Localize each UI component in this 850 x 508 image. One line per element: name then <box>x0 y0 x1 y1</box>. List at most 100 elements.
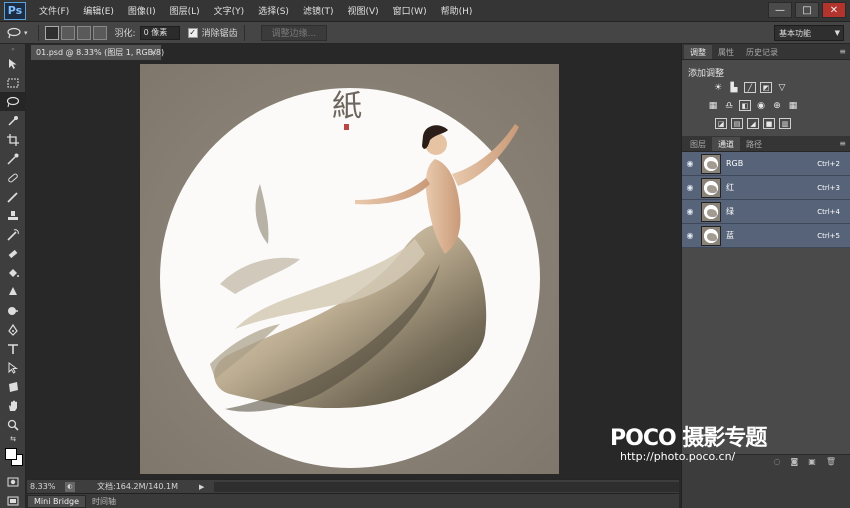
vibrance-icon[interactable]: ▽ <box>776 82 788 93</box>
tab-paths[interactable]: 路径 <box>740 137 768 151</box>
close-button[interactable]: ✕ <box>822 2 846 18</box>
maximize-button[interactable]: □ <box>795 2 819 18</box>
new-channel-icon[interactable]: ▣ <box>808 457 816 466</box>
lasso-tool-icon[interactable] <box>0 92 26 111</box>
add-to-selection-icon[interactable] <box>60 25 75 40</box>
adjustments-row-1: ☀ ▙ ╱ ◩ ▽ <box>712 82 788 93</box>
tab-layers[interactable]: 图层 <box>684 137 712 151</box>
subtract-from-selection-icon[interactable] <box>76 25 91 40</box>
menu-image[interactable]: 图像(I) <box>121 4 163 17</box>
menu-type[interactable]: 文字(Y) <box>207 4 252 17</box>
options-bar: ▾ 羽化: 0 像素 ✓ 消除锯齿 调整边缘... 基本功能 ▼ <box>0 22 850 44</box>
selective-color-icon[interactable]: ■ <box>763 118 775 129</box>
menu-window[interactable]: 窗口(W) <box>386 4 434 17</box>
menu-file[interactable]: 文件(F) <box>32 4 76 17</box>
screen-mode-icon[interactable] <box>0 491 26 508</box>
status-icon[interactable]: ◐ <box>65 481 75 492</box>
eraser-tool-icon[interactable] <box>0 244 26 263</box>
load-selection-icon[interactable]: ◌ <box>774 457 781 466</box>
canvas-area[interactable]: 紙 <box>27 60 679 478</box>
chevron-down-icon[interactable]: ▾ <box>24 29 28 37</box>
tab-properties[interactable]: 属性 <box>712 45 740 59</box>
brightness-icon[interactable]: ☀ <box>712 82 724 93</box>
adjustments-row-3: ◪ ▤ ◢ ■ ▥ <box>715 118 791 129</box>
color-lookup-icon[interactable]: ▦ <box>787 100 799 111</box>
posterize-icon[interactable]: ▤ <box>731 118 743 129</box>
crop-tool-icon[interactable] <box>0 130 26 149</box>
quick-selection-tool-icon[interactable] <box>0 111 26 130</box>
tab-channels[interactable]: 通道 <box>712 137 740 151</box>
minimize-button[interactable]: — <box>768 2 792 18</box>
threshold-icon[interactable]: ◢ <box>747 118 759 129</box>
color-balance-icon[interactable]: ♎ <box>723 100 735 111</box>
color-swatches <box>0 444 26 472</box>
shape-tool-icon[interactable] <box>0 377 26 396</box>
panel-collapse-icon[interactable]: » <box>0 44 26 54</box>
intersect-selection-icon[interactable] <box>92 25 107 40</box>
feather-input[interactable]: 0 像素 <box>139 25 180 40</box>
tab-history[interactable]: 历史记录 <box>740 45 784 59</box>
save-selection-icon[interactable]: ◙ <box>791 457 799 466</box>
visibility-eye-icon[interactable]: ◉ <box>682 159 698 168</box>
paint-bucket-tool-icon[interactable] <box>0 263 26 282</box>
channel-shortcut: Ctrl+3 <box>817 183 840 192</box>
photo-filter-icon[interactable]: ◉ <box>755 100 767 111</box>
exposure-icon[interactable]: ◩ <box>760 82 772 93</box>
divider <box>243 24 245 41</box>
status-menu-arrow-icon[interactable]: ▶ <box>199 483 204 491</box>
delete-channel-icon[interactable]: 🗑 <box>826 457 836 466</box>
zoom-tool-icon[interactable] <box>0 415 26 434</box>
channel-row-blue[interactable]: ◉ 蓝 Ctrl+5 <box>682 224 850 248</box>
tab-mini-bridge[interactable]: Mini Bridge <box>27 494 87 508</box>
menu-help[interactable]: 帮助(H) <box>434 4 480 17</box>
panel-menu-icon[interactable]: ≡ <box>839 139 846 148</box>
move-tool-icon[interactable] <box>0 54 26 73</box>
menu-select[interactable]: 选择(S) <box>251 4 296 17</box>
panel-menu-icon[interactable]: ≡ <box>839 47 846 56</box>
channel-row-green[interactable]: ◉ 绿 Ctrl+4 <box>682 200 850 224</box>
visibility-eye-icon[interactable]: ◉ <box>682 183 698 192</box>
levels-icon[interactable]: ▙ <box>728 82 740 93</box>
chevron-down-icon: ▼ <box>834 29 840 37</box>
horizontal-scrollbar[interactable] <box>214 481 679 492</box>
clone-stamp-tool-icon[interactable] <box>0 206 26 225</box>
channel-row-red[interactable]: ◉ 红 Ctrl+3 <box>682 176 850 200</box>
menu-edit[interactable]: 编辑(E) <box>76 4 121 17</box>
invert-icon[interactable]: ◪ <box>715 118 727 129</box>
menu-view[interactable]: 视图(V) <box>340 4 385 17</box>
curves-icon[interactable]: ╱ <box>744 82 756 93</box>
new-selection-icon[interactable] <box>44 25 59 40</box>
quick-mask-icon[interactable] <box>0 472 26 491</box>
antialias-checkbox[interactable]: ✓ <box>187 27 198 38</box>
menu-filter[interactable]: 滤镜(T) <box>296 4 341 17</box>
pen-tool-icon[interactable] <box>0 320 26 339</box>
refine-edge-button[interactable]: 调整边缘... <box>260 24 328 41</box>
tab-adjustments[interactable]: 调整 <box>684 45 712 59</box>
history-brush-tool-icon[interactable] <box>0 225 26 244</box>
blur-tool-icon[interactable] <box>0 282 26 301</box>
menu-layer[interactable]: 图层(L) <box>163 4 207 17</box>
dodge-tool-icon[interactable] <box>0 301 26 320</box>
channel-row-rgb[interactable]: ◉ RGB Ctrl+2 <box>682 152 850 176</box>
visibility-eye-icon[interactable]: ◉ <box>682 207 698 216</box>
brush-tool-icon[interactable] <box>0 187 26 206</box>
black-white-icon[interactable]: ◧ <box>739 100 751 111</box>
hue-saturation-icon[interactable]: ▦ <box>707 100 719 111</box>
hand-tool-icon[interactable] <box>0 396 26 415</box>
lasso-tool-preset-icon[interactable] <box>6 25 24 41</box>
document-tab[interactable]: 01.psd @ 8.33% (图层 1, RGB/8) × <box>30 44 164 60</box>
close-tab-icon[interactable]: × <box>150 48 157 57</box>
zoom-level-field[interactable]: 8.33% <box>27 482 61 491</box>
marquee-tool-icon[interactable] <box>0 73 26 92</box>
foreground-color-swatch[interactable] <box>5 448 17 460</box>
gradient-map-icon[interactable]: ▥ <box>779 118 791 129</box>
workspace-select[interactable]: 基本功能 ▼ <box>774 25 844 41</box>
path-selection-tool-icon[interactable] <box>0 358 26 377</box>
type-tool-icon[interactable] <box>0 339 26 358</box>
eyedropper-tool-icon[interactable] <box>0 149 26 168</box>
channel-mixer-icon[interactable]: ⊕ <box>771 100 783 111</box>
visibility-eye-icon[interactable]: ◉ <box>682 231 698 240</box>
tab-timeline[interactable]: 时间轴 <box>86 495 122 508</box>
healing-brush-tool-icon[interactable] <box>0 168 26 187</box>
swap-colors-icon[interactable]: ⇆ <box>0 434 26 444</box>
